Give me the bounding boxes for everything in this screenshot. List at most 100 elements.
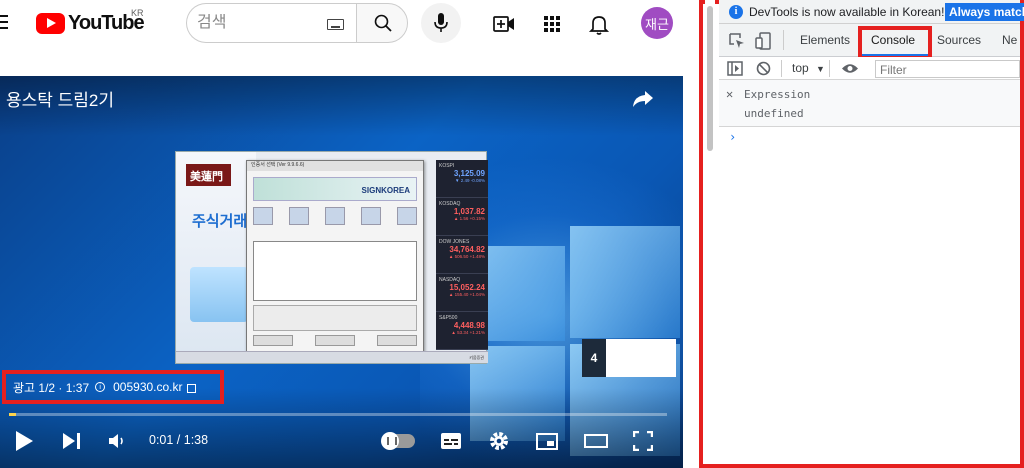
tab-sources[interactable]: Sources [937, 33, 981, 47]
stock-value: 1,037.82 [453, 207, 485, 216]
app-banner-image [190, 267, 248, 322]
tab-divider [783, 30, 784, 50]
banner-message: DevTools is now available in Korean! [749, 4, 945, 19]
inspect-element-icon[interactable] [729, 33, 745, 49]
ad-label: 광고 1/2 · 1:37 [13, 380, 90, 395]
scrollbar-thumb[interactable] [707, 6, 713, 151]
dialog-title: 인증서 선택 (Ver 9.9.6.6) [247, 161, 423, 171]
app-headline: 주식거래 [192, 213, 248, 230]
page-background [683, 76, 699, 468]
expression-label[interactable]: Expression [744, 88, 810, 101]
stock-row: S&P500 4,448.98 ▲ 53.34 +1.21% [436, 312, 488, 350]
stock-row: KOSPI 3,125.09 ▼ 2.49 -0.08% [436, 160, 488, 198]
stock-row: NASDAQ 15,052.24 ▲ 155.40 +1.04% [436, 274, 488, 312]
progress-fill [9, 413, 16, 416]
dropdown-arrow-icon: ▼ [816, 64, 825, 74]
time-display: 0:01 / 1:38 [149, 433, 209, 447]
next-icon[interactable] [62, 432, 82, 450]
device-toolbar-icon[interactable] [755, 32, 771, 50]
devtools-tab-bar: Elements Console Sources Ne [719, 24, 1020, 60]
video-player[interactable]: 용스탁 드림2기 美蓮門 주식거래 인증서 선택 (Ver 9.9.6.6) S… [0, 76, 683, 468]
clear-console-icon[interactable] [756, 61, 771, 76]
region-code: KR [131, 8, 144, 18]
youtube-play-icon [36, 12, 65, 34]
context-selector[interactable]: top ▼ [792, 61, 825, 75]
create-video-icon[interactable] [492, 12, 516, 36]
search-input[interactable] [197, 14, 317, 32]
close-icon[interactable]: ✕ [726, 87, 733, 101]
page-scrollbar[interactable] [705, 0, 715, 155]
stock-change: ▼ 2.49 -0.08% [455, 178, 485, 183]
live-expression-section: ✕ Expression undefined [719, 80, 1020, 127]
ad-skip-thumbnail[interactable] [606, 339, 676, 377]
toolbar-divider [781, 60, 782, 77]
stock-value: 15,052.24 [449, 283, 485, 292]
ad-left-panel: 美蓮門 주식거래 [176, 152, 256, 352]
notifications-bell-icon[interactable] [587, 12, 611, 36]
stock-row: KOSDAQ 1,037.82 ▲ 1.56 +0.15% [436, 198, 488, 236]
screen: YouTube KR 검색 재근 용스탁 드림2기 美蓮門 주식거래 인증서 선… [0, 0, 1024, 468]
ad-info-bar[interactable]: 광고 1/2 · 1:37 i 005930.co.kr [2, 370, 224, 404]
progress-bar[interactable] [9, 413, 667, 416]
context-label: top [792, 61, 809, 75]
expression-value: undefined [744, 107, 804, 120]
settings-gear-icon[interactable] [488, 430, 510, 452]
live-expression-eye-icon[interactable] [841, 62, 859, 75]
search-button[interactable] [356, 3, 408, 43]
play-icon[interactable] [14, 430, 34, 452]
toolbar-divider-2 [829, 60, 830, 77]
apps-grid-icon[interactable] [540, 12, 564, 36]
search-box[interactable] [186, 3, 356, 43]
certificate-list [253, 241, 417, 301]
app-logo: 美蓮門 [186, 164, 231, 186]
avatar[interactable]: 재근 [641, 7, 673, 39]
certificate-dialog: 인증서 선택 (Ver 9.9.6.6) SIGNKOREA [246, 160, 424, 356]
volume-icon[interactable] [108, 432, 128, 450]
devtools-content: i DevTools is now available in Korean! A… [719, 0, 1024, 464]
subtitles-icon[interactable] [440, 432, 462, 450]
password-form [253, 305, 417, 331]
youtube-header: YouTube KR 검색 재근 [0, 0, 699, 48]
stock-value: 4,448.98 [453, 321, 485, 330]
sidebar-toggle-icon[interactable] [727, 61, 743, 76]
search-icon [374, 14, 392, 32]
info-icon[interactable]: i [95, 382, 106, 392]
app-status-brand: 키움증권 [469, 355, 484, 360]
always-match-button[interactable]: Always match [945, 3, 1024, 21]
youtube-logo[interactable]: YouTube [36, 12, 145, 34]
dialog-storage-icons [253, 207, 417, 235]
stock-change: ▲ 155.40 +1.04% [448, 292, 485, 297]
info-icon: i [729, 4, 743, 19]
dialog-brand: SIGNKOREA [253, 177, 417, 201]
ad-skip-countdown: 4 [582, 339, 606, 377]
menu-icon[interactable] [0, 15, 8, 31]
stock-index-panel: KOSPI 3,125.09 ▼ 2.49 -0.08% KOSDAQ 1,037.82… [436, 160, 488, 350]
devtools-language-banner: i DevTools is now available in Korean! A… [719, 0, 1024, 24]
fullscreen-icon[interactable] [633, 431, 653, 451]
console-prompt[interactable]: › [729, 130, 736, 144]
filter-input[interactable] [880, 63, 1010, 77]
ad-app-screenshot: 美蓮門 주식거래 인증서 선택 (Ver 9.9.6.6) SIGNKOREA … [175, 151, 488, 364]
voice-search-button[interactable] [421, 3, 461, 43]
video-title[interactable]: 용스탁 드림2기 [6, 86, 114, 111]
stock-value: 3,125.09 [453, 169, 485, 178]
keyboard-icon[interactable] [327, 19, 344, 30]
stock-change: ▲ 506.50 +1.48% [448, 254, 485, 259]
app-status-bar: 키움증권 [176, 351, 488, 363]
dialog-buttons [253, 335, 417, 347]
stock-change: ▲ 1.56 +0.15% [453, 216, 485, 221]
autoplay-toggle[interactable] [381, 432, 415, 450]
tab-network[interactable]: Ne [1002, 33, 1017, 47]
tab-elements[interactable]: Elements [800, 33, 850, 47]
theater-mode-icon[interactable] [584, 434, 608, 448]
stock-value: 34,764.82 [449, 245, 485, 254]
miniplayer-icon[interactable] [536, 433, 558, 450]
external-link-icon[interactable] [186, 383, 196, 393]
ad-domain-link[interactable]: 005930.co.kr [113, 380, 182, 394]
filter-box[interactable] [875, 60, 1020, 78]
stock-row: DOW JONES 34,764.82 ▲ 506.50 +1.48% [436, 236, 488, 274]
stock-change: ▲ 53.34 +1.21% [451, 330, 485, 335]
console-tab-highlight [858, 26, 932, 60]
microphone-icon [434, 13, 448, 32]
share-icon[interactable] [632, 90, 654, 108]
